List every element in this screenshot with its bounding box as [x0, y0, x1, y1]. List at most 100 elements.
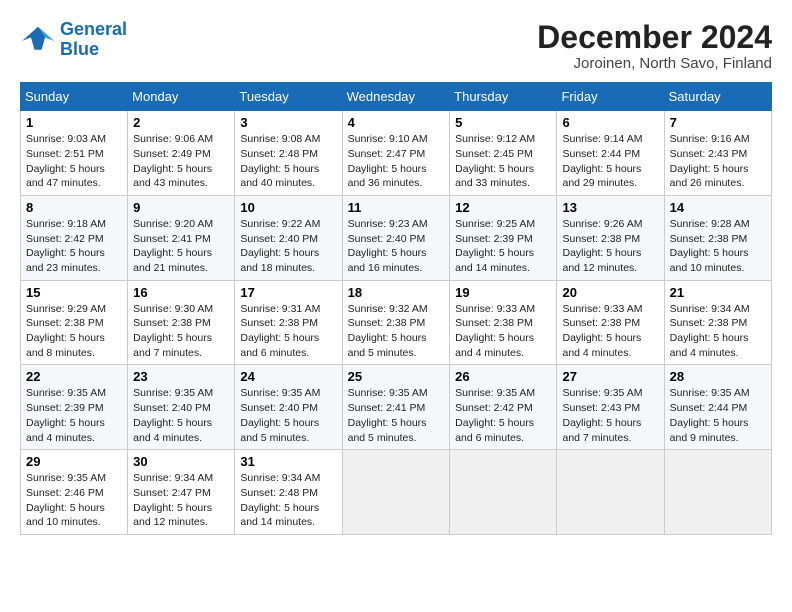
day-number: 16	[133, 285, 229, 300]
calendar-day-cell	[450, 450, 557, 535]
day-number: 31	[240, 454, 336, 469]
calendar-day-cell: 4 Sunrise: 9:10 AM Sunset: 2:47 PM Daylig…	[342, 111, 450, 196]
calendar-day-cell: 2 Sunrise: 9:06 AM Sunset: 2:49 PM Daylig…	[128, 111, 235, 196]
logo-text: General Blue	[60, 20, 127, 60]
calendar-day-cell: 11 Sunrise: 9:23 AM Sunset: 2:40 PM Dayli…	[342, 195, 450, 280]
day-number: 24	[240, 369, 336, 384]
weekday-header-cell: Sunday	[21, 83, 128, 111]
calendar-day-cell: 29 Sunrise: 9:35 AM Sunset: 2:46 PM Dayli…	[21, 450, 128, 535]
day-info: Sunrise: 9:33 AM Sunset: 2:38 PM Dayligh…	[455, 302, 551, 361]
day-number: 6	[562, 115, 658, 130]
calendar-day-cell: 16 Sunrise: 9:30 AM Sunset: 2:38 PM Dayli…	[128, 280, 235, 365]
calendar-day-cell	[342, 450, 450, 535]
day-number: 21	[670, 285, 766, 300]
day-info: Sunrise: 9:06 AM Sunset: 2:49 PM Dayligh…	[133, 132, 229, 191]
day-info: Sunrise: 9:18 AM Sunset: 2:42 PM Dayligh…	[26, 217, 122, 276]
calendar-day-cell: 10 Sunrise: 9:22 AM Sunset: 2:40 PM Dayli…	[235, 195, 342, 280]
location-subtitle: Joroinen, North Savo, Finland	[537, 55, 772, 72]
day-info: Sunrise: 9:35 AM Sunset: 2:44 PM Dayligh…	[670, 386, 766, 445]
day-number: 30	[133, 454, 229, 469]
day-number: 29	[26, 454, 122, 469]
day-info: Sunrise: 9:35 AM Sunset: 2:40 PM Dayligh…	[133, 386, 229, 445]
day-number: 10	[240, 200, 336, 215]
month-title: December 2024	[537, 20, 772, 55]
calendar-week-row: 1Sunrise: 9:03 AM Sunset: 2:51 PM Daylig…	[21, 111, 772, 196]
day-info: Sunrise: 9:28 AM Sunset: 2:38 PM Dayligh…	[670, 217, 766, 276]
calendar-day-cell: 9Sunrise: 9:20 AM Sunset: 2:41 PM Daylig…	[128, 195, 235, 280]
day-number: 22	[26, 369, 122, 384]
day-number: 11	[348, 200, 445, 215]
calendar-day-cell: 12 Sunrise: 9:25 AM Sunset: 2:39 PM Dayli…	[450, 195, 557, 280]
day-number: 8	[26, 200, 122, 215]
calendar-day-cell	[557, 450, 664, 535]
calendar-day-cell: 25Sunrise: 9:35 AM Sunset: 2:41 PM Dayli…	[342, 365, 450, 450]
calendar-day-cell: 7 Sunrise: 9:16 AM Sunset: 2:43 PM Daylig…	[664, 111, 771, 196]
day-number: 4	[348, 115, 445, 130]
day-info: Sunrise: 9:31 AM Sunset: 2:38 PM Dayligh…	[240, 302, 336, 361]
day-info: Sunrise: 9:30 AM Sunset: 2:38 PM Dayligh…	[133, 302, 229, 361]
logo: General Blue	[20, 20, 127, 60]
day-number: 15	[26, 285, 122, 300]
day-info: Sunrise: 9:35 AM Sunset: 2:43 PM Dayligh…	[562, 386, 658, 445]
calendar-day-cell: 3 Sunrise: 9:08 AM Sunset: 2:48 PM Daylig…	[235, 111, 342, 196]
day-info: Sunrise: 9:10 AM Sunset: 2:47 PM Dayligh…	[348, 132, 445, 191]
title-block: December 2024 Joroinen, North Savo, Finl…	[537, 20, 772, 72]
day-number: 23	[133, 369, 229, 384]
calendar-day-cell: 17 Sunrise: 9:31 AM Sunset: 2:38 PM Dayli…	[235, 280, 342, 365]
day-number: 28	[670, 369, 766, 384]
calendar-day-cell: 5Sunrise: 9:12 AM Sunset: 2:45 PM Daylig…	[450, 111, 557, 196]
calendar-day-cell: 19Sunrise: 9:33 AM Sunset: 2:38 PM Dayli…	[450, 280, 557, 365]
day-number: 7	[670, 115, 766, 130]
day-info: Sunrise: 9:34 AM Sunset: 2:38 PM Dayligh…	[670, 302, 766, 361]
day-info: Sunrise: 9:14 AM Sunset: 2:44 PM Dayligh…	[562, 132, 658, 191]
day-info: Sunrise: 9:08 AM Sunset: 2:48 PM Dayligh…	[240, 132, 336, 191]
calendar-day-cell: 21 Sunrise: 9:34 AM Sunset: 2:38 PM Dayli…	[664, 280, 771, 365]
calendar-day-cell: 23 Sunrise: 9:35 AM Sunset: 2:40 PM Dayli…	[128, 365, 235, 450]
day-info: Sunrise: 9:29 AM Sunset: 2:38 PM Dayligh…	[26, 302, 122, 361]
calendar-day-cell: 22 Sunrise: 9:35 AM Sunset: 2:39 PM Dayli…	[21, 365, 128, 450]
day-number: 18	[348, 285, 445, 300]
calendar-week-row: 22 Sunrise: 9:35 AM Sunset: 2:39 PM Dayli…	[21, 365, 772, 450]
day-info: Sunrise: 9:03 AM Sunset: 2:51 PM Dayligh…	[26, 132, 122, 191]
day-info: Sunrise: 9:35 AM Sunset: 2:39 PM Dayligh…	[26, 386, 122, 445]
day-number: 17	[240, 285, 336, 300]
day-info: Sunrise: 9:34 AM Sunset: 2:47 PM Dayligh…	[133, 471, 229, 530]
day-number: 26	[455, 369, 551, 384]
day-info: Sunrise: 9:32 AM Sunset: 2:38 PM Dayligh…	[348, 302, 445, 361]
weekday-header-cell: Wednesday	[342, 83, 450, 111]
day-info: Sunrise: 9:33 AM Sunset: 2:38 PM Dayligh…	[562, 302, 658, 361]
day-info: Sunrise: 9:22 AM Sunset: 2:40 PM Dayligh…	[240, 217, 336, 276]
calendar-day-cell: 15 Sunrise: 9:29 AM Sunset: 2:38 PM Dayli…	[21, 280, 128, 365]
day-info: Sunrise: 9:16 AM Sunset: 2:43 PM Dayligh…	[670, 132, 766, 191]
day-number: 12	[455, 200, 551, 215]
day-number: 2	[133, 115, 229, 130]
calendar-day-cell: 13Sunrise: 9:26 AM Sunset: 2:38 PM Dayli…	[557, 195, 664, 280]
weekday-header-cell: Saturday	[664, 83, 771, 111]
day-info: Sunrise: 9:20 AM Sunset: 2:41 PM Dayligh…	[133, 217, 229, 276]
day-info: Sunrise: 9:25 AM Sunset: 2:39 PM Dayligh…	[455, 217, 551, 276]
calendar-day-cell: 28 Sunrise: 9:35 AM Sunset: 2:44 PM Dayli…	[664, 365, 771, 450]
calendar-week-row: 15 Sunrise: 9:29 AM Sunset: 2:38 PM Dayli…	[21, 280, 772, 365]
weekday-header-cell: Friday	[557, 83, 664, 111]
weekday-header-cell: Thursday	[450, 83, 557, 111]
page-header: General Blue December 2024 Joroinen, Nor…	[20, 20, 772, 72]
calendar-day-cell: 26Sunrise: 9:35 AM Sunset: 2:42 PM Dayli…	[450, 365, 557, 450]
calendar-day-cell	[664, 450, 771, 535]
calendar-day-cell: 27Sunrise: 9:35 AM Sunset: 2:43 PM Dayli…	[557, 365, 664, 450]
day-info: Sunrise: 9:35 AM Sunset: 2:46 PM Dayligh…	[26, 471, 122, 530]
calendar-week-row: 29 Sunrise: 9:35 AM Sunset: 2:46 PM Dayli…	[21, 450, 772, 535]
calendar-table: SundayMondayTuesdayWednesdayThursdayFrid…	[20, 82, 772, 535]
day-info: Sunrise: 9:26 AM Sunset: 2:38 PM Dayligh…	[562, 217, 658, 276]
calendar-day-cell: 6 Sunrise: 9:14 AM Sunset: 2:44 PM Daylig…	[557, 111, 664, 196]
weekday-header-cell: Tuesday	[235, 83, 342, 111]
day-info: Sunrise: 9:23 AM Sunset: 2:40 PM Dayligh…	[348, 217, 445, 276]
day-number: 3	[240, 115, 336, 130]
weekday-header-row: SundayMondayTuesdayWednesdayThursdayFrid…	[21, 83, 772, 111]
logo-icon	[20, 25, 56, 55]
day-info: Sunrise: 9:35 AM Sunset: 2:41 PM Dayligh…	[348, 386, 445, 445]
day-number: 14	[670, 200, 766, 215]
calendar-day-cell: 30 Sunrise: 9:34 AM Sunset: 2:47 PM Dayli…	[128, 450, 235, 535]
day-info: Sunrise: 9:12 AM Sunset: 2:45 PM Dayligh…	[455, 132, 551, 191]
calendar-body: 1Sunrise: 9:03 AM Sunset: 2:51 PM Daylig…	[21, 111, 772, 535]
day-number: 20	[562, 285, 658, 300]
